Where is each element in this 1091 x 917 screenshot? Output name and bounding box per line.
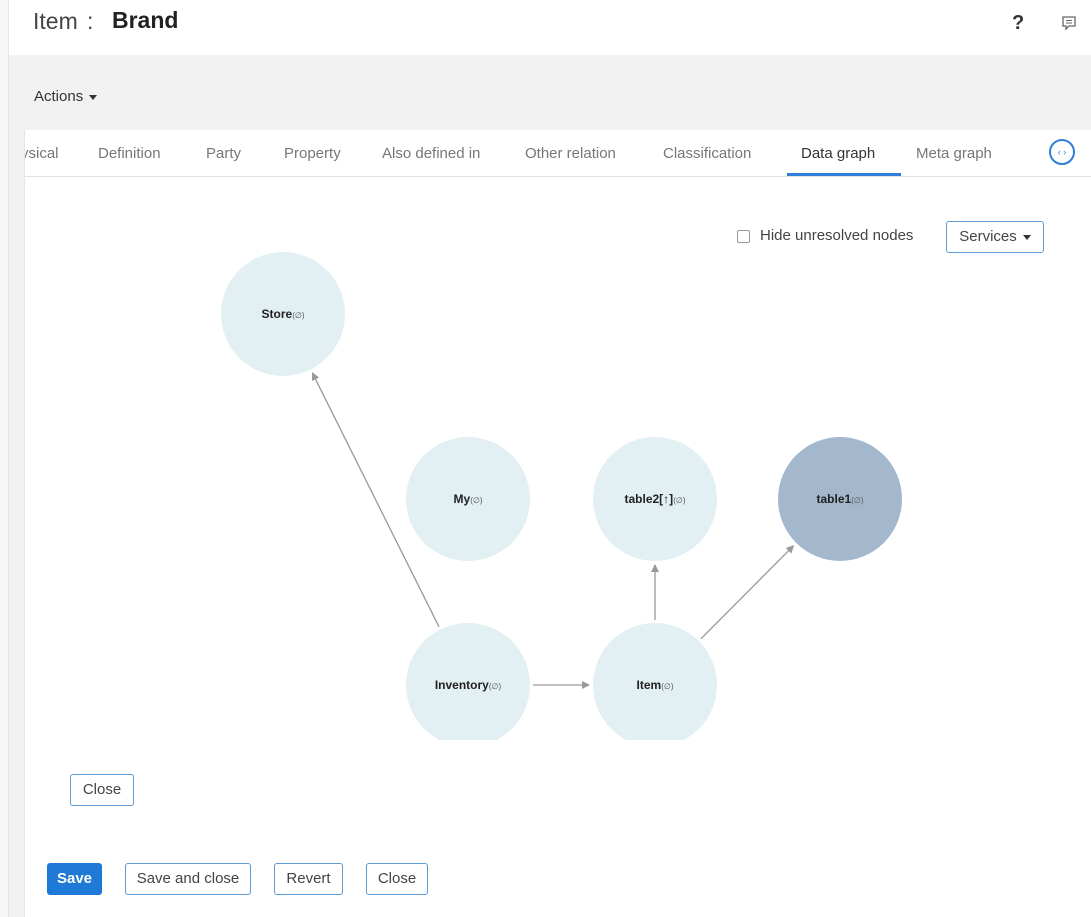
graph-node-store[interactable]: Store(∅)	[221, 252, 345, 376]
data-graph-canvas[interactable]: Store(∅) My(∅) table2[↑](∅) table1(∅) Invent…	[25, 130, 1091, 740]
graph-node-suffix: (∅)	[673, 496, 686, 505]
page-title: Brand	[112, 7, 179, 33]
chevron-down-icon	[89, 94, 98, 100]
graph-node-my[interactable]: My(∅)	[406, 437, 530, 561]
question-mark-icon[interactable]: ?	[1012, 12, 1024, 35]
page-title-separator: :	[87, 8, 94, 34]
content-panel: ysical Definition Party Property Also de…	[24, 130, 1091, 917]
close-button[interactable]: Close	[366, 863, 428, 895]
graph-node-suffix: (∅)	[470, 496, 483, 505]
graph-close-button[interactable]: Close	[70, 774, 134, 806]
graph-node-suffix: (∅)	[851, 496, 864, 505]
graph-node-inventory[interactable]: Inventory(∅)	[406, 623, 530, 740]
graph-edge-item-to-table1	[700, 545, 795, 640]
graph-node-item[interactable]: Item(∅)	[593, 623, 717, 740]
graph-node-table2[interactable]: table2[↑](∅)	[593, 437, 717, 561]
left-edge-strip	[0, 0, 9, 917]
save-and-close-button[interactable]: Save and close	[125, 863, 251, 895]
graph-node-suffix: (∅)	[292, 311, 305, 320]
page-title-type: Item	[33, 8, 78, 34]
graph-node-suffix: (∅)	[489, 682, 502, 691]
graph-node-suffix: (∅)	[661, 682, 674, 691]
graph-node-table1[interactable]: table1(∅)	[778, 437, 902, 561]
actions-menu-button[interactable]: Actions	[34, 88, 98, 105]
page-header: Item : Brand ?	[9, 0, 1091, 55]
save-button[interactable]: Save	[47, 863, 102, 895]
revert-button[interactable]: Revert	[274, 863, 343, 895]
chat-bubble-icon[interactable]	[1061, 15, 1077, 31]
actions-label: Actions	[34, 88, 84, 105]
